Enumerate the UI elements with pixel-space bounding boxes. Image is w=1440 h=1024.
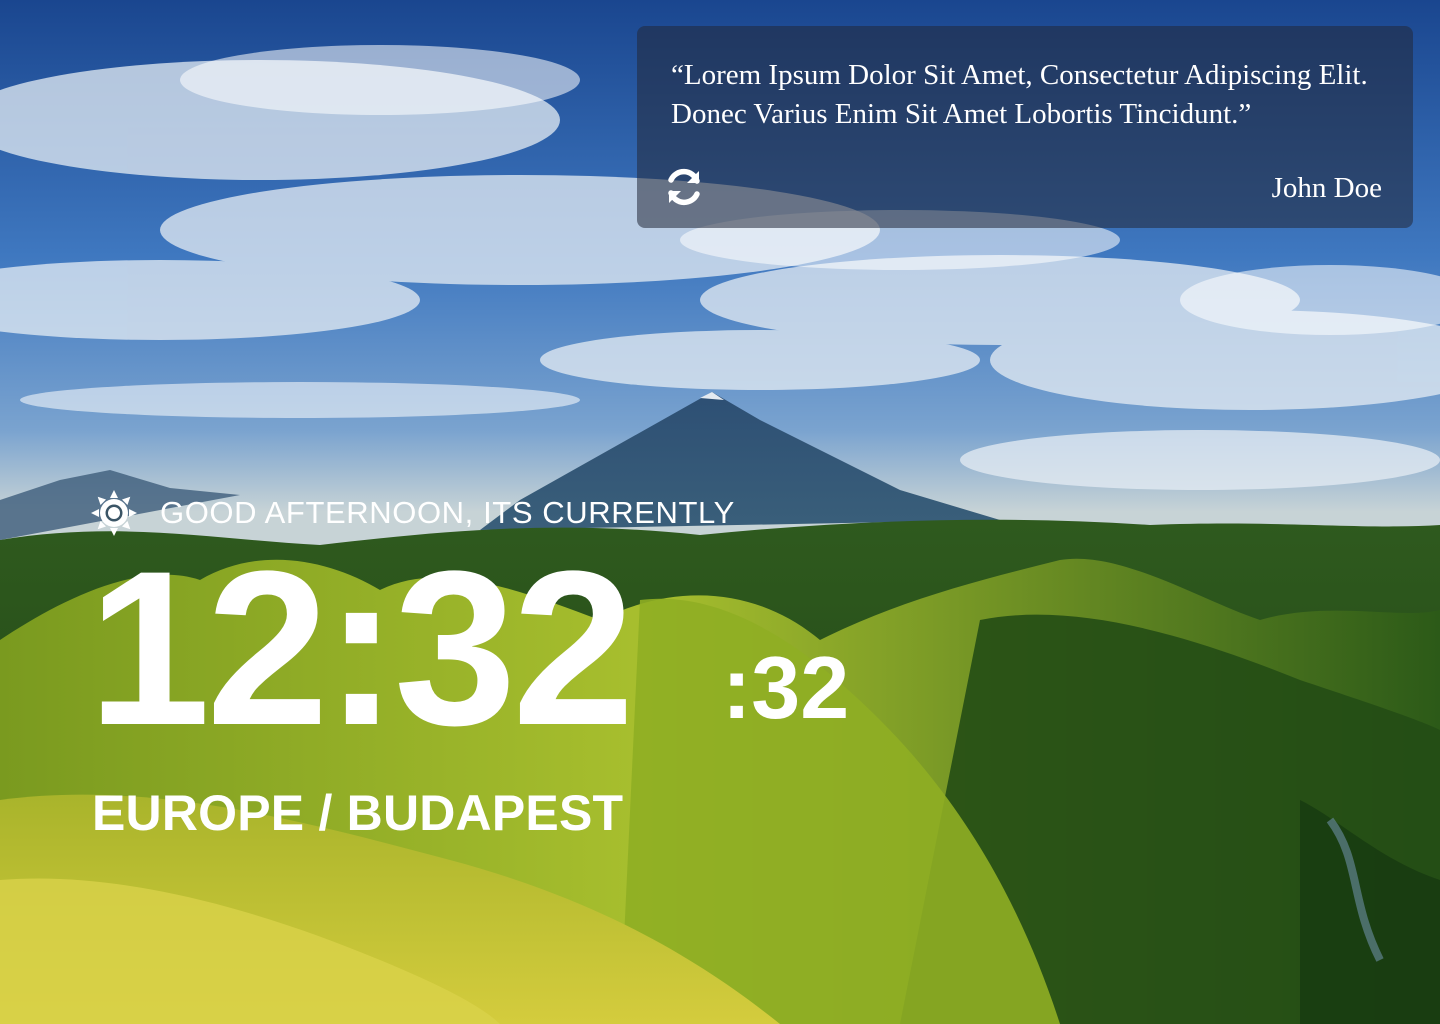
quote-text: “Lorem Ipsum Dolor Sit Amet, Consectetur…: [671, 59, 1368, 130]
clock-area: GOOD AFTERNOON, ITS CURRENTLY 12:32 :32 …: [88, 488, 990, 841]
current-seconds: :32: [722, 638, 850, 737]
quote-card: “Lorem Ipsum Dolor Sit Amet, Consectetur…: [637, 26, 1413, 228]
location-label: EUROPE / BUDAPEST: [92, 785, 624, 841]
quote-author: John Doe: [1271, 172, 1382, 204]
refresh-quote-button[interactable]: [662, 165, 706, 209]
time-row: 12:32 :32: [88, 538, 990, 758]
current-time: 12:32: [88, 525, 635, 771]
refresh-icon: [662, 165, 706, 209]
